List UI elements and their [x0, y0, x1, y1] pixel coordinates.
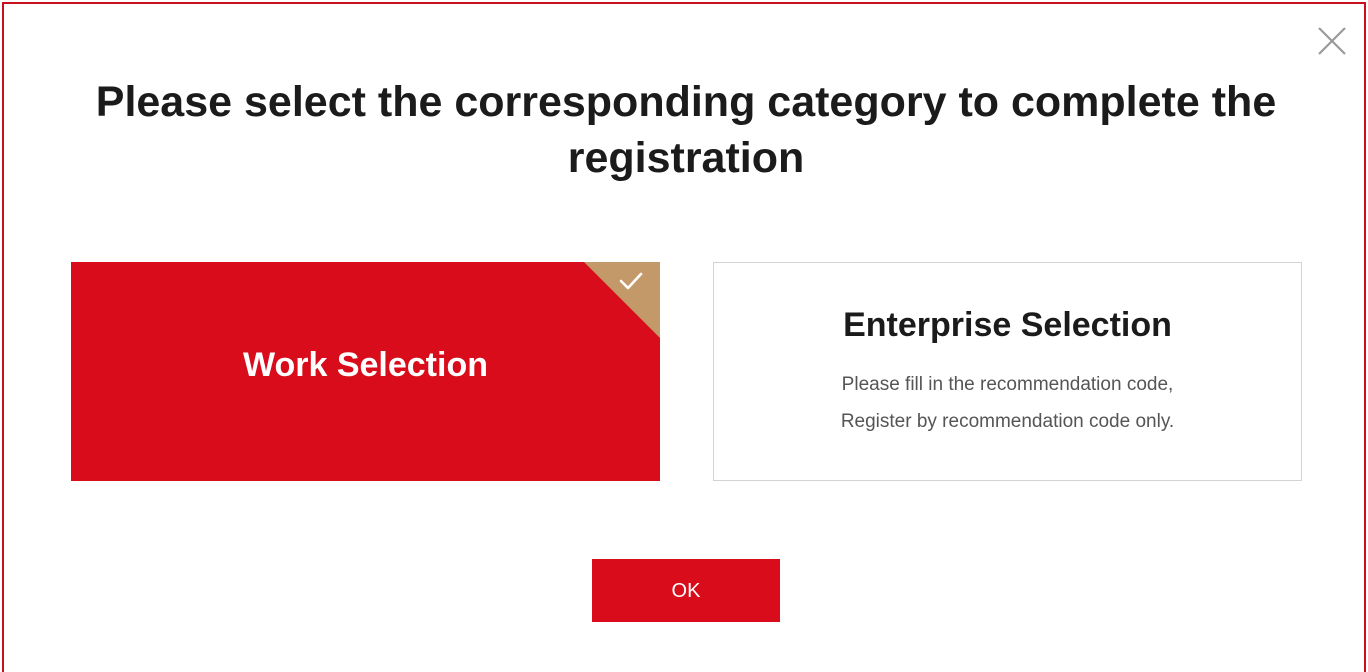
work-selection-card[interactable]: Work Selection	[71, 262, 660, 481]
dialog-title: Please select the corresponding category…	[95, 78, 1277, 182]
enterprise-selection-title: Enterprise Selection	[843, 306, 1172, 344]
enterprise-description-line-1: Please fill in the recommendation code,	[841, 374, 1174, 395]
close-icon	[1318, 27, 1346, 55]
registration-category-dialog: Please select the corresponding category…	[2, 2, 1366, 672]
ok-button[interactable]: OK	[592, 559, 780, 622]
enterprise-selection-card[interactable]: Enterprise Selection Please fill in the …	[713, 262, 1302, 481]
work-selection-title: Work Selection	[243, 346, 488, 384]
selected-indicator	[584, 262, 660, 338]
selected-corner-badge	[584, 262, 660, 338]
close-button[interactable]	[1315, 24, 1349, 58]
enterprise-description-line-2: Register by recommendation code only.	[840, 411, 1175, 432]
